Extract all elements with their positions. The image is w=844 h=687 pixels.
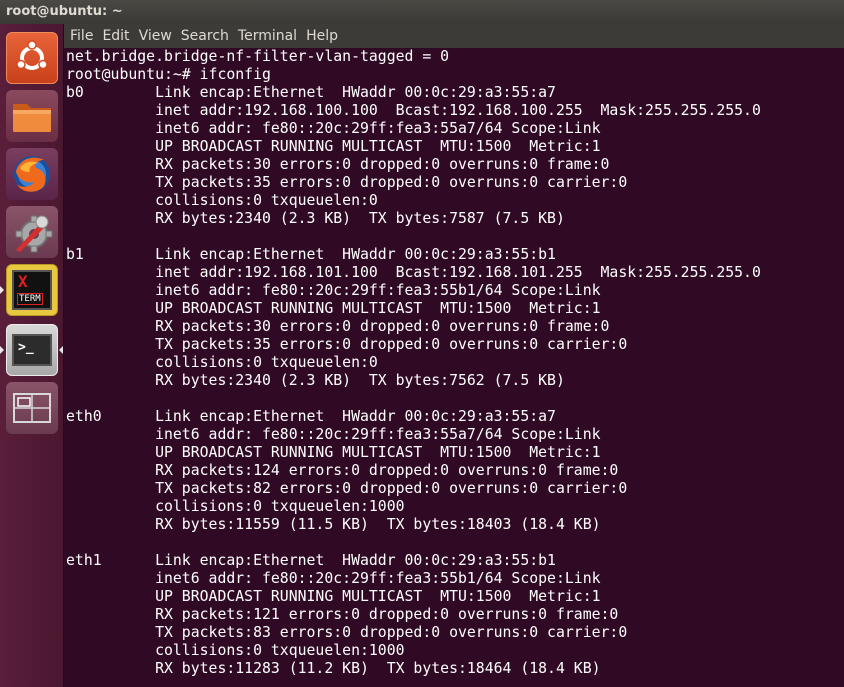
- launcher-ubuntu-dash[interactable]: [6, 32, 58, 84]
- active-indicator: [59, 346, 63, 354]
- terminal-line: TX packets:83 errors:0 dropped:0 overrun…: [66, 624, 628, 641]
- launcher-xterm[interactable]: X TERM: [6, 264, 58, 316]
- window-titlebar[interactable]: root@ubuntu: ~: [0, 0, 844, 24]
- terminal-line: UP BROADCAST RUNNING MULTICAST MTU:1500 …: [66, 138, 601, 155]
- window-title: root@ubuntu: ~: [6, 4, 123, 19]
- terminal-line: RX bytes:11283 (11.2 KB) TX bytes:18464 …: [66, 660, 601, 677]
- terminal-line: inet6 addr: fe80::20c:29ff:fea3:55b1/64 …: [66, 570, 601, 587]
- terminal-line: inet addr:192.168.100.100 Bcast:192.168.…: [66, 102, 761, 119]
- menu-file[interactable]: File: [70, 28, 93, 44]
- xterm-icon-x: X: [18, 272, 28, 291]
- terminal-line: root@ubuntu:~# ifconfig: [66, 66, 271, 83]
- terminal-line: RX bytes:2340 (2.3 KB) TX bytes:7587 (7.…: [66, 210, 565, 227]
- terminal-line: RX packets:121 errors:0 dropped:0 overru…: [66, 606, 619, 623]
- terminal-line: inet6 addr: fe80::20c:29ff:fea3:55a7/64 …: [66, 120, 601, 137]
- xterm-icon-term: TERM: [17, 293, 43, 305]
- terminal-area[interactable]: net.bridge.bridge-nf-filter-vlan-tagged …: [64, 48, 844, 687]
- terminal-line: b1 Link encap:Ethernet HWaddr 00:0c:29:a…: [66, 246, 556, 263]
- terminal-line: eth1 Link encap:Ethernet HWaddr 00:0c:29…: [66, 552, 556, 569]
- terminal-line: collisions:0 txqueuelen:0: [66, 354, 378, 371]
- launcher-terminal[interactable]: >_: [6, 324, 58, 376]
- firefox-icon: [14, 156, 50, 192]
- terminal-line: RX packets:30 errors:0 dropped:0 overrun…: [66, 318, 610, 335]
- settings-wrench-icon: [15, 215, 53, 253]
- terminal-line: collisions:0 txqueuelen:1000: [66, 642, 405, 659]
- terminal-line: RX bytes:11559 (11.5 KB) TX bytes:18403 …: [66, 516, 601, 533]
- terminal-line: TX packets:82 errors:0 dropped:0 overrun…: [66, 480, 628, 497]
- menu-edit[interactable]: Edit: [102, 28, 129, 44]
- terminal-line: UP BROADCAST RUNNING MULTICAST MTU:1500 …: [66, 300, 601, 317]
- launcher-workspace-switcher[interactable]: [6, 382, 58, 434]
- terminal-line: inet addr:192.168.101.100 Bcast:192.168.…: [66, 264, 761, 281]
- terminal-line: UP BROADCAST RUNNING MULTICAST MTU:1500 …: [66, 444, 601, 461]
- menu-search[interactable]: Search: [181, 28, 229, 44]
- terminal-line: UP BROADCAST RUNNING MULTICAST MTU:1500 …: [66, 588, 601, 605]
- terminal-line: inet6 addr: fe80::20c:29ff:fea3:55b1/64 …: [66, 282, 601, 299]
- terminal-menubar: File Edit View Search Terminal Help: [64, 24, 844, 48]
- terminal-line: RX bytes:2340 (2.3 KB) TX bytes:7562 (7.…: [66, 372, 565, 389]
- terminal-line: RX packets:124 errors:0 dropped:0 overru…: [66, 462, 619, 479]
- unity-launcher: X TERM >_: [0, 24, 64, 687]
- workspace-switcher-icon: [13, 393, 51, 423]
- terminal-line: TX packets:35 errors:0 dropped:0 overrun…: [66, 174, 628, 191]
- launcher-system-settings[interactable]: [6, 206, 58, 258]
- menu-help[interactable]: Help: [306, 28, 338, 44]
- ubuntu-logo-icon: [16, 40, 48, 70]
- terminal-line: collisions:0 txqueuelen:0: [66, 192, 378, 209]
- terminal-line: eth0 Link encap:Ethernet HWaddr 00:0c:29…: [66, 408, 556, 425]
- terminal-output: net.bridge.bridge-nf-filter-vlan-tagged …: [64, 48, 844, 678]
- launcher-files[interactable]: [6, 90, 58, 142]
- xterm-icon: X TERM: [12, 270, 52, 310]
- launcher-firefox[interactable]: [6, 148, 58, 200]
- terminal-icon: >_: [12, 334, 52, 366]
- running-indicator: [0, 286, 4, 294]
- terminal-line: TX packets:35 errors:0 dropped:0 overrun…: [66, 336, 628, 353]
- running-indicator: [0, 346, 4, 354]
- folder-icon: [13, 104, 51, 132]
- terminal-line: b0 Link encap:Ethernet HWaddr 00:0c:29:a…: [66, 84, 556, 101]
- menu-terminal[interactable]: Terminal: [238, 28, 297, 44]
- terminal-line: inet6 addr: fe80::20c:29ff:fea3:55a7/64 …: [66, 426, 601, 443]
- terminal-line: net.bridge.bridge-nf-filter-vlan-tagged …: [66, 48, 450, 65]
- menu-view[interactable]: View: [139, 28, 172, 44]
- terminal-line: RX packets:30 errors:0 dropped:0 overrun…: [66, 156, 610, 173]
- terminal-icon-prompt: >_: [18, 340, 34, 355]
- terminal-line: collisions:0 txqueuelen:1000: [66, 498, 405, 515]
